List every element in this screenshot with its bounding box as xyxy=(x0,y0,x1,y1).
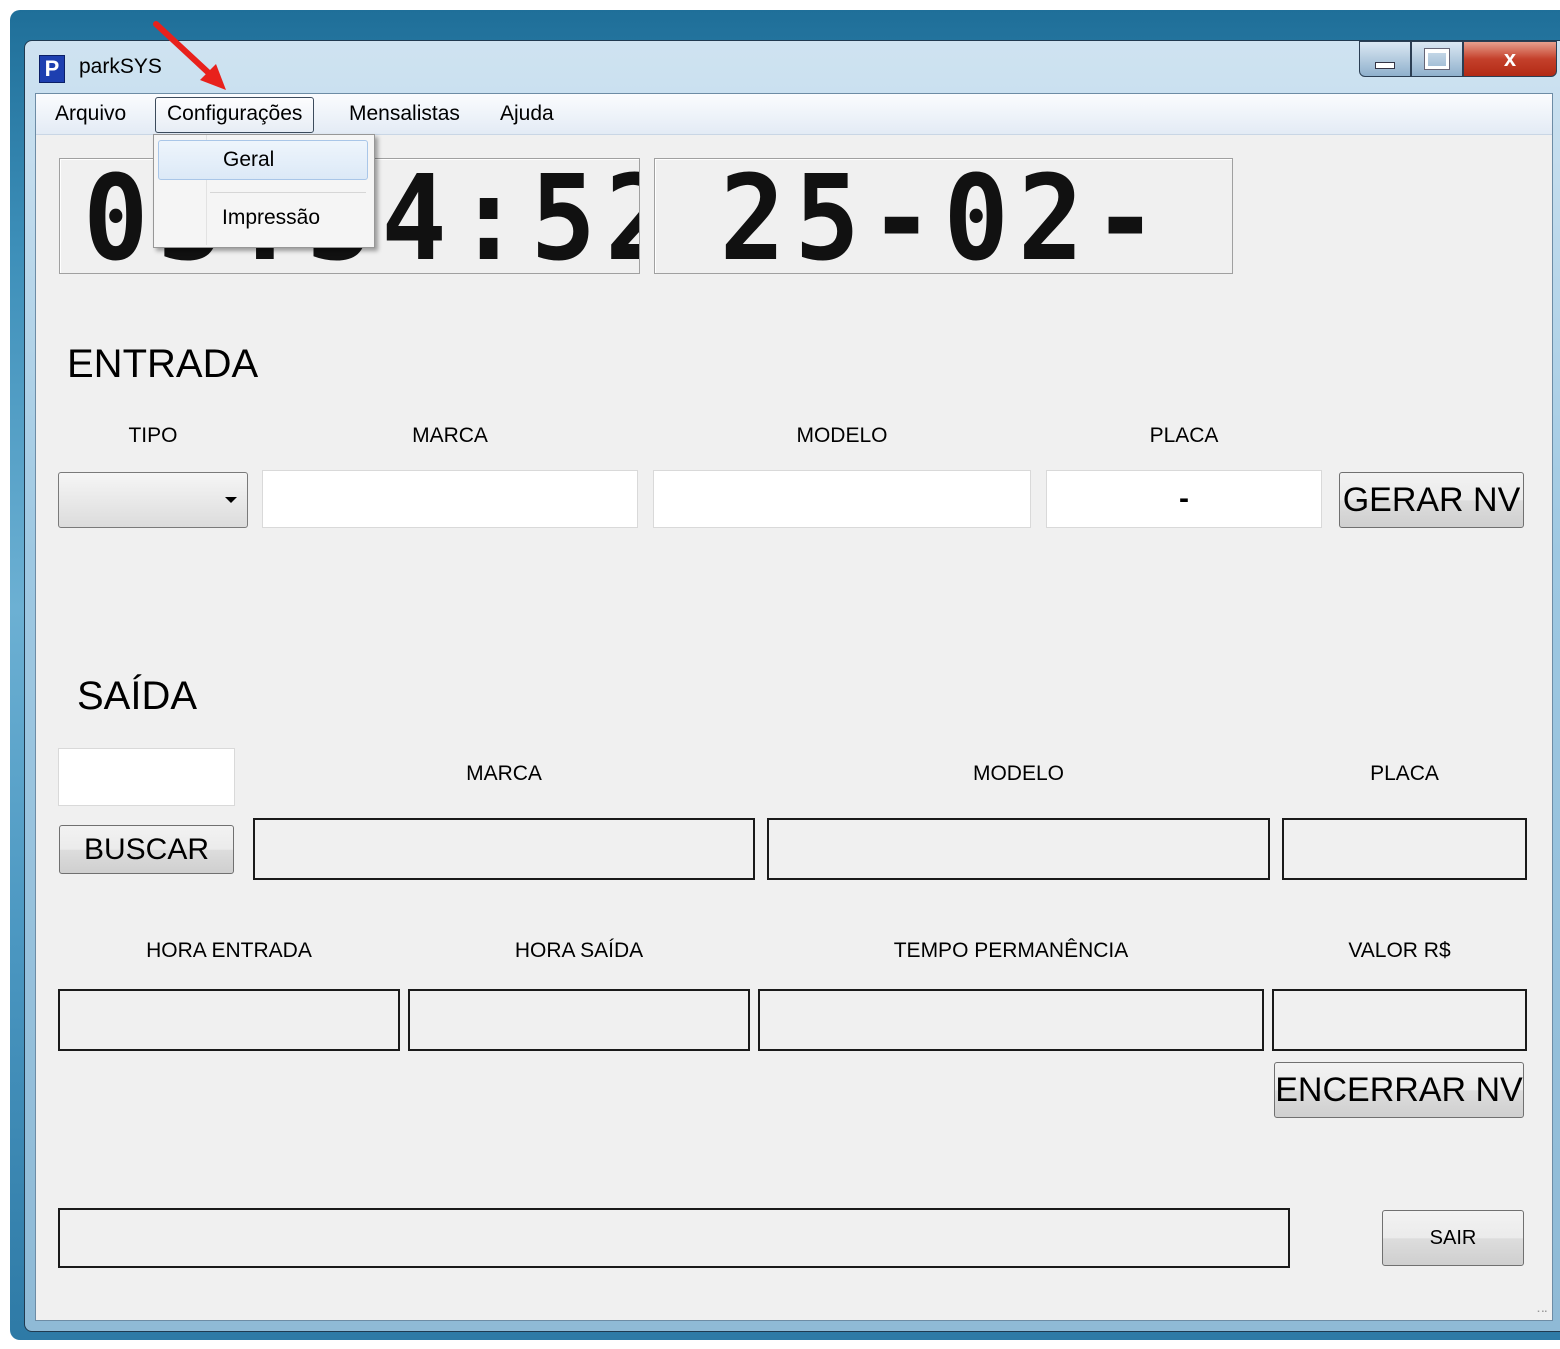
entrada-placa-label: PLACA xyxy=(1149,424,1219,447)
menu-ajuda[interactable]: Ajuda xyxy=(489,97,565,131)
menu-configuracoes[interactable]: Configurações xyxy=(155,97,315,133)
menu-mensalistas[interactable]: Mensalistas xyxy=(338,97,471,131)
maximize-button[interactable] xyxy=(1411,41,1463,77)
menu-arquivo[interactable]: Arquivo xyxy=(44,97,137,131)
title-bar[interactable]: P parkSYS x xyxy=(25,41,1560,93)
hora-saida-label: HORA SAÍDA xyxy=(514,939,644,962)
valor-field xyxy=(1272,989,1527,1051)
menu-bar: Arquivo Configurações Mensalistas Ajuda xyxy=(36,94,1552,135)
hora-entrada-field xyxy=(58,989,400,1051)
clock-date: 25-02-2015 xyxy=(719,158,1168,274)
resize-grip-icon[interactable]: ⠠⠤ xyxy=(1533,1305,1548,1316)
close-button[interactable]: x xyxy=(1463,41,1557,77)
tempo-permanencia-field xyxy=(758,989,1264,1051)
valor-label: VALOR R$ xyxy=(1348,939,1451,962)
entrada-title: ENTRADA xyxy=(67,342,259,386)
entrada-placa-input[interactable]: - xyxy=(1046,470,1322,528)
saida-placa-field xyxy=(1282,818,1527,880)
buscar-button[interactable]: BUSCAR xyxy=(59,825,234,874)
window-controls: x xyxy=(1359,41,1557,77)
menu-item-geral[interactable]: Geral xyxy=(158,140,368,180)
menu-item-impressao-label: Impressão xyxy=(222,206,321,229)
menu-item-geral-label: Geral xyxy=(223,148,275,171)
annotation-arrow-icon xyxy=(153,21,226,90)
sair-button[interactable]: SAIR xyxy=(1382,1210,1524,1266)
saida-modelo-label: MODELO xyxy=(972,762,1064,785)
encerrar-nv-button[interactable]: ENCERRAR NV xyxy=(1274,1062,1524,1118)
entrada-marca-label: MARCA xyxy=(412,424,488,447)
configuracoes-dropdown: Geral Impressão xyxy=(153,134,375,248)
gerar-nv-button[interactable]: GERAR NV xyxy=(1339,472,1524,528)
menu-item-impressao[interactable]: Impressão xyxy=(158,199,366,237)
chevron-down-icon xyxy=(225,497,237,503)
parking-p-icon: P xyxy=(39,55,65,83)
dropdown-separator xyxy=(210,192,366,193)
saida-marca-field xyxy=(253,818,755,880)
client-area: Arquivo Configurações Mensalistas Ajuda … xyxy=(35,93,1553,1321)
entrada-modelo-input[interactable] xyxy=(653,470,1031,528)
entrada-modelo-label: MODELO xyxy=(796,424,888,447)
app-window: P parkSYS x Arquivo Configurações Mensal… xyxy=(24,40,1560,1332)
entrada-marca-input[interactable] xyxy=(262,470,638,528)
close-icon: x xyxy=(1503,46,1517,71)
saida-title: SAÍDA xyxy=(77,674,198,718)
saida-placa-label: PLACA xyxy=(1370,762,1439,785)
minimize-button[interactable] xyxy=(1359,41,1411,77)
tempo-permanencia-label: TEMPO PERMANÊNCIA xyxy=(893,939,1129,962)
minimize-icon xyxy=(1375,61,1395,69)
saida-modelo-field xyxy=(767,818,1270,880)
hora-entrada-label: HORA ENTRADA xyxy=(146,939,312,962)
hora-saida-field xyxy=(408,989,750,1051)
status-field xyxy=(58,1208,1290,1268)
saida-marca-label: MARCA xyxy=(466,762,542,785)
saida-search-input[interactable] xyxy=(58,748,235,806)
entrada-tipo-select[interactable] xyxy=(58,472,248,528)
entrada-tipo-label: TIPO xyxy=(128,424,178,447)
date-display: 25-02-2015 xyxy=(654,158,1233,274)
maximize-icon xyxy=(1424,48,1450,70)
